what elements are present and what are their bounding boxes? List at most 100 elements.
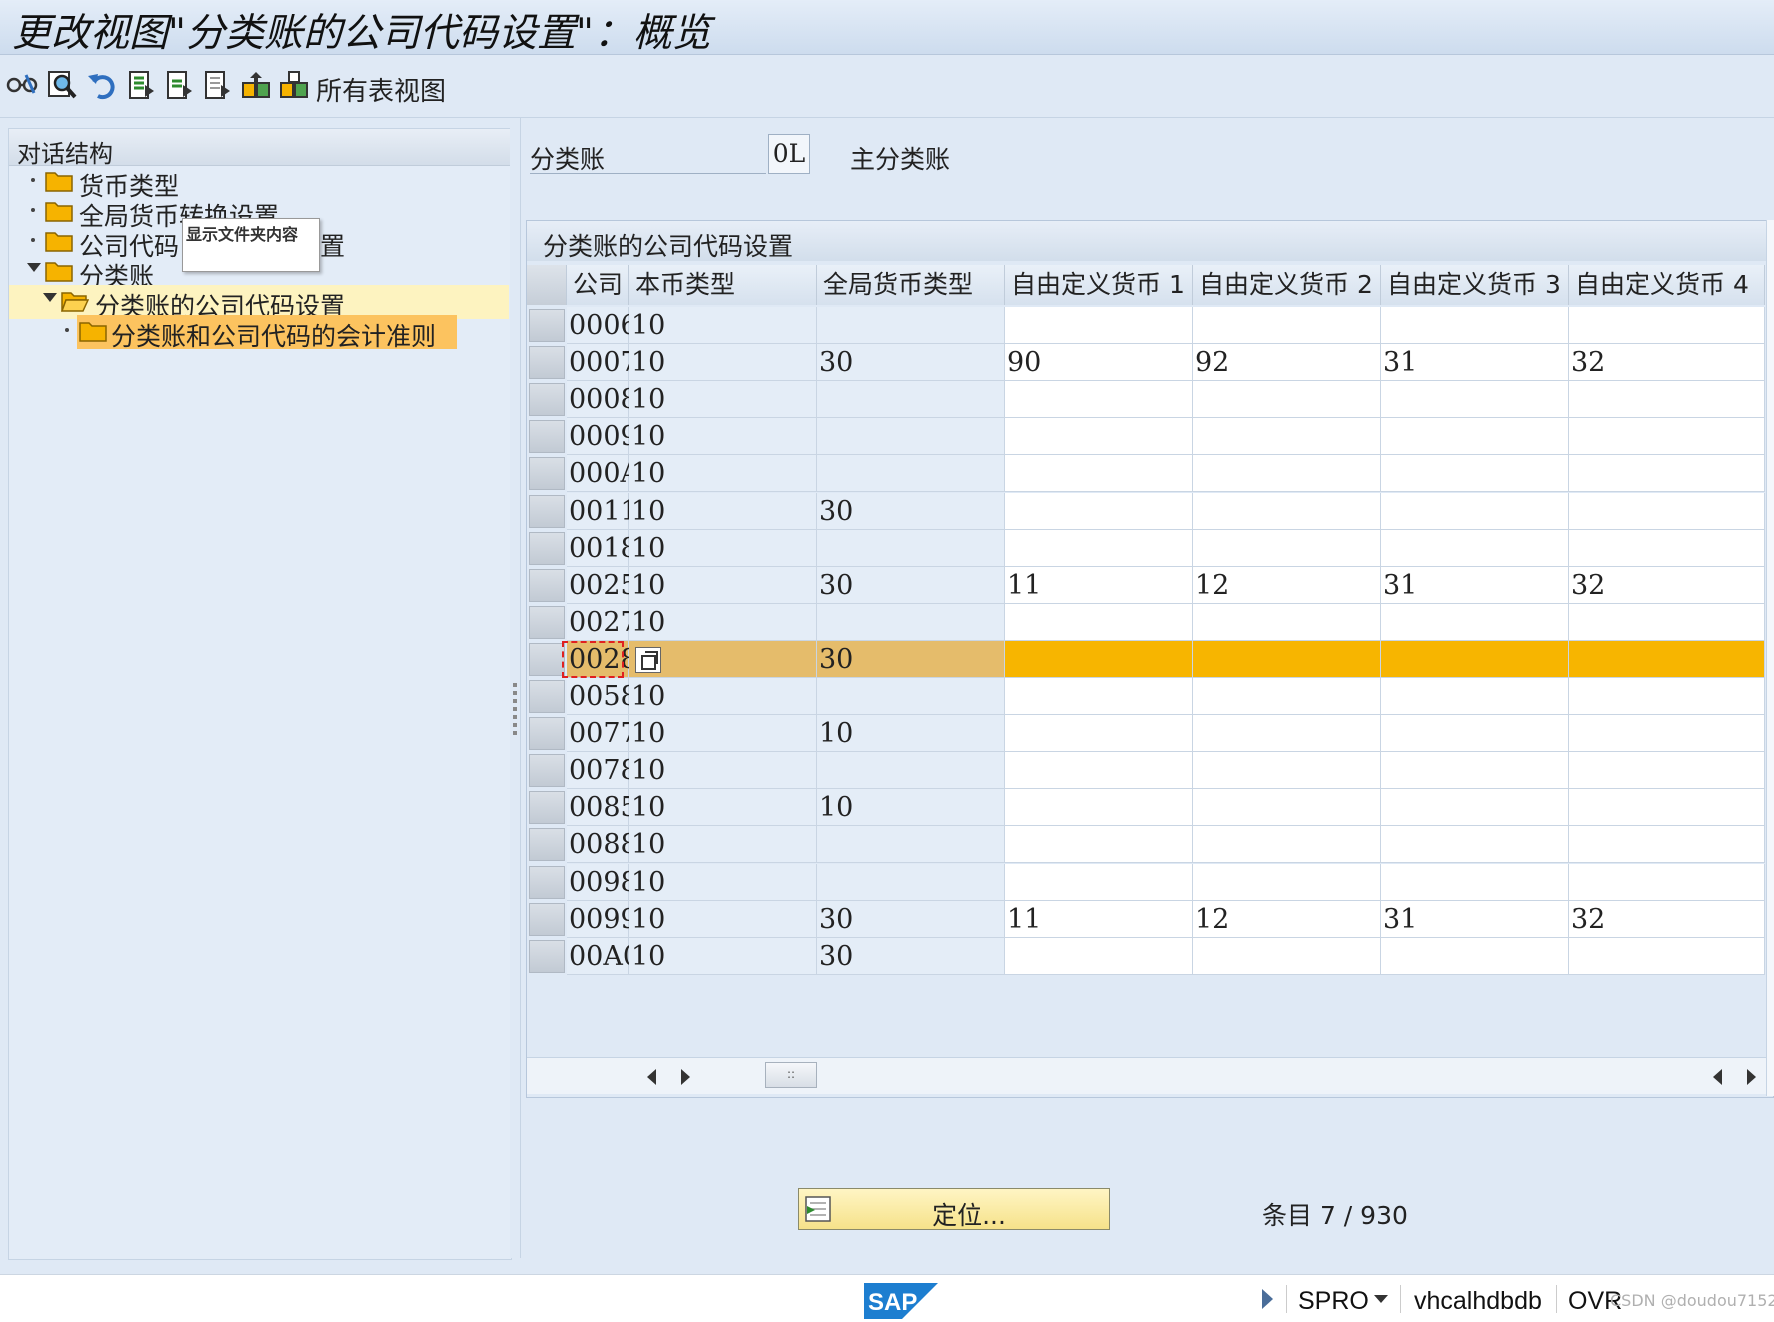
cell-free-currency-1[interactable] <box>1005 640 1193 678</box>
cell-free-currency-4[interactable] <box>1569 603 1765 641</box>
cell-local-currency-type[interactable]: 10 <box>629 937 817 975</box>
cell-free-currency-2[interactable] <box>1193 863 1381 901</box>
cell-free-currency-2[interactable] <box>1193 640 1381 678</box>
cell-local-currency-type[interactable]: 10 <box>629 863 817 901</box>
cell-local-currency-type[interactable]: 10 <box>629 381 817 419</box>
cell-free-currency-4[interactable] <box>1569 937 1765 975</box>
cell-free-currency-1[interactable] <box>1005 603 1193 641</box>
cell-free-currency-3[interactable] <box>1381 603 1569 641</box>
cell-free-currency-4[interactable]: 32 <box>1569 566 1765 604</box>
scroll-left-arrow-icon[interactable] <box>1713 1069 1722 1085</box>
select-block-icon[interactable] <box>164 69 196 101</box>
table-row[interactable]: 0025 10 30 11 12 31 32 <box>527 566 1773 604</box>
cell-free-currency-1[interactable]: 90 <box>1005 344 1193 382</box>
position-button[interactable]: 定位... <box>798 1188 1110 1230</box>
table-row[interactable]: 0027 10 <box>527 603 1773 641</box>
select-all-icon[interactable] <box>126 69 158 101</box>
row-selector[interactable] <box>529 754 565 788</box>
cell-global-currency-type[interactable] <box>817 455 1005 493</box>
row-selector[interactable] <box>529 605 565 639</box>
cell-local-currency-type[interactable]: 10 <box>629 418 817 456</box>
row-selector[interactable] <box>529 346 565 380</box>
tree-node-currency-types[interactable]: 货币类型 <box>9 165 509 201</box>
status-expand-icon[interactable] <box>1262 1289 1273 1309</box>
column-header-local-currency-type[interactable]: 本币类型 <box>629 265 817 305</box>
cell-global-currency-type[interactable] <box>817 678 1005 715</box>
cell-free-currency-1[interactable]: 11 <box>1005 566 1193 604</box>
cell-free-currency-4[interactable] <box>1569 863 1765 901</box>
cell-free-currency-4[interactable]: 32 <box>1569 900 1765 938</box>
cell-local-currency-type[interactable]: 10 <box>629 603 817 641</box>
cell-global-currency-type[interactable]: 30 <box>817 900 1005 938</box>
cell-company[interactable]: 0025 <box>567 566 638 604</box>
cell-free-currency-3[interactable] <box>1381 678 1569 715</box>
scroll-right-arrow-icon[interactable] <box>681 1069 690 1085</box>
cell-free-currency-2[interactable] <box>1193 826 1381 864</box>
cell-free-currency-4[interactable] <box>1569 455 1765 493</box>
cell-local-currency-type[interactable]: 10 <box>629 900 817 938</box>
cell-free-currency-1[interactable]: 11 <box>1005 900 1193 938</box>
cell-local-currency-type[interactable]: 10 <box>629 789 817 827</box>
cell-free-currency-2[interactable] <box>1193 529 1381 567</box>
cell-free-currency-2[interactable] <box>1193 492 1381 530</box>
cell-company[interactable]: 00A0 <box>567 937 640 975</box>
row-selector[interactable] <box>529 494 565 528</box>
cell-global-currency-type[interactable]: 10 <box>817 715 1005 753</box>
all-views-button[interactable]: 所有表视图 <box>316 71 446 108</box>
cell-company[interactable]: 0018 <box>567 529 638 567</box>
row-selector[interactable] <box>529 865 565 899</box>
cell-free-currency-3[interactable]: 31 <box>1381 900 1569 938</box>
splitter-grip[interactable] <box>513 683 517 739</box>
row-selector[interactable] <box>529 457 565 491</box>
cell-free-currency-1[interactable] <box>1005 307 1193 344</box>
cell-free-currency-3[interactable] <box>1381 863 1569 901</box>
cell-free-currency-4[interactable] <box>1569 715 1765 753</box>
cell-free-currency-3[interactable] <box>1381 455 1569 493</box>
cell-company[interactable]: 0007 <box>567 344 638 382</box>
cell-local-currency-type[interactable]: 10 <box>629 344 817 382</box>
cell-free-currency-1[interactable] <box>1005 715 1193 753</box>
cell-global-currency-type[interactable]: 30 <box>817 492 1005 530</box>
table-row[interactable]: 0011 10 30 <box>527 492 1773 530</box>
cell-free-currency-3[interactable]: 31 <box>1381 344 1569 382</box>
column-header-free-currency-1[interactable]: 自由定义货币 1 <box>1005 265 1193 305</box>
cell-free-currency-1[interactable] <box>1005 418 1193 456</box>
cell-local-currency-type[interactable]: 10 <box>629 307 817 344</box>
tree-node-accounting-principles[interactable]: 分类账和公司代码的会计准则 <box>9 315 509 351</box>
cell-local-currency-type[interactable]: 10 <box>629 715 817 753</box>
cell-free-currency-2[interactable] <box>1193 678 1381 715</box>
table-row[interactable]: 0077 10 10 <box>527 715 1773 753</box>
cell-company[interactable]: 0078 <box>567 752 638 790</box>
row-selector[interactable] <box>529 383 565 417</box>
cell-local-currency-type[interactable]: 10 <box>629 826 817 864</box>
table-row[interactable]: 0058 10 <box>527 678 1773 715</box>
find-icon[interactable] <box>46 69 78 101</box>
cell-free-currency-4[interactable] <box>1569 307 1765 344</box>
row-selector[interactable] <box>529 642 565 676</box>
cell-global-currency-type[interactable] <box>817 307 1005 344</box>
cell-free-currency-1[interactable] <box>1005 937 1193 975</box>
table-row[interactable]: 0078 10 <box>527 752 1773 790</box>
column-header-free-currency-3[interactable]: 自由定义货币 3 <box>1381 265 1569 305</box>
cell-free-currency-2[interactable] <box>1193 937 1381 975</box>
cell-company[interactable]: 0099 <box>567 900 638 938</box>
cell-local-currency-type[interactable]: 10 <box>629 492 817 530</box>
cell-free-currency-4[interactable] <box>1569 640 1765 678</box>
cell-free-currency-2[interactable]: 12 <box>1193 900 1381 938</box>
cell-free-currency-2[interactable] <box>1193 381 1381 419</box>
copy-icon[interactable] <box>240 69 272 101</box>
vertical-scrollbar[interactable] <box>1766 220 1774 1096</box>
cell-free-currency-1[interactable] <box>1005 529 1193 567</box>
table-row[interactable]: 0006 10 <box>527 307 1773 344</box>
cell-free-currency-3[interactable] <box>1381 418 1569 456</box>
scroll-left-arrow-icon[interactable] <box>647 1069 656 1085</box>
cell-free-currency-2[interactable] <box>1193 455 1381 493</box>
cell-free-currency-4[interactable] <box>1569 529 1765 567</box>
table-row[interactable]: 0098 10 <box>527 863 1773 901</box>
cell-global-currency-type[interactable]: 30 <box>817 937 1005 975</box>
cell-global-currency-type[interactable] <box>817 752 1005 790</box>
cell-free-currency-4[interactable] <box>1569 418 1765 456</box>
scrollbar-thumb[interactable]: :: <box>765 1062 817 1088</box>
row-selector[interactable] <box>529 309 565 342</box>
cell-free-currency-3[interactable] <box>1381 640 1569 678</box>
